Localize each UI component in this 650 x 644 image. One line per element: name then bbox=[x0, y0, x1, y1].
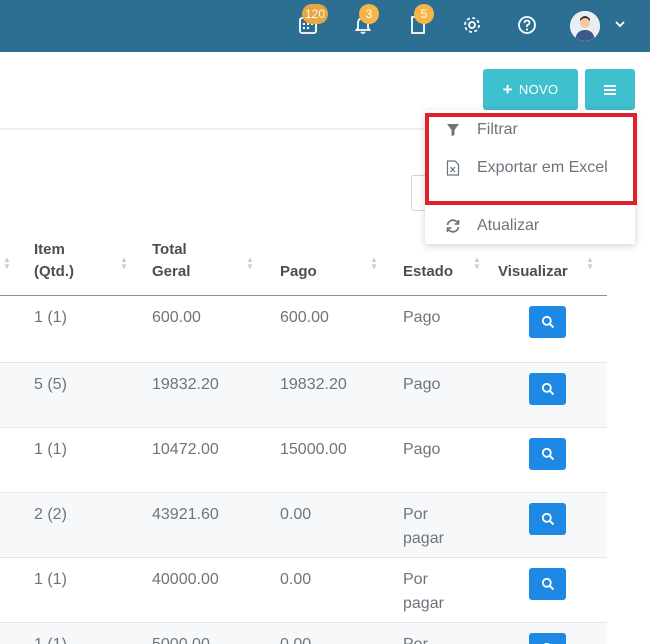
cell-item: 1 (1) bbox=[34, 633, 67, 644]
search-icon bbox=[541, 315, 554, 329]
top-navbar: 120 3 5 bbox=[0, 0, 650, 52]
gear-icon bbox=[464, 17, 480, 33]
cell-status: Pago bbox=[403, 438, 440, 462]
column-header-item[interactable]: Item (Qtd.) bbox=[34, 239, 74, 283]
cell-status: Por bbox=[403, 633, 428, 644]
actions-dropdown: Filtrar Exportar em Excel Atualizar bbox=[425, 110, 635, 244]
notifications-button[interactable]: 3 bbox=[351, 4, 379, 37]
search-icon bbox=[541, 512, 554, 526]
cell-total: 10472.00 bbox=[152, 441, 219, 458]
column-header-paid[interactable]: Pago bbox=[280, 261, 317, 283]
table-row: 1 (1) 10472.00 15000.00 Pago bbox=[0, 428, 607, 493]
documents-button[interactable]: 5 bbox=[406, 4, 434, 37]
documents-badge: 5 bbox=[414, 4, 434, 24]
view-button[interactable] bbox=[529, 633, 566, 644]
status-line: pagar bbox=[403, 530, 444, 547]
cell-paid: 0.00 bbox=[280, 571, 312, 588]
search-icon bbox=[541, 447, 554, 461]
calendar-badge: 120 bbox=[302, 4, 329, 24]
view-button[interactable] bbox=[529, 306, 566, 338]
cell-paid: 19832.20 bbox=[280, 376, 347, 393]
column-header-view[interactable]: Visualizar bbox=[498, 261, 568, 283]
cell-total: 40000.00 bbox=[152, 571, 219, 588]
search-icon bbox=[541, 382, 554, 396]
help-button[interactable] bbox=[515, 13, 539, 37]
cell-paid: 0.00 bbox=[280, 506, 312, 523]
chevron-down-icon bbox=[615, 21, 625, 28]
help-icon bbox=[518, 16, 536, 34]
calendar-button[interactable]: 120 bbox=[296, 4, 329, 37]
cell-status: Pago bbox=[403, 306, 440, 330]
avatar[interactable] bbox=[570, 11, 600, 41]
view-button[interactable] bbox=[529, 568, 566, 600]
dropdown-item-label: Atualizar bbox=[477, 217, 540, 234]
cell-paid: 0.00 bbox=[280, 633, 311, 644]
column-header-total[interactable]: Total Geral bbox=[152, 239, 190, 283]
notifications-badge: 3 bbox=[359, 4, 379, 24]
sort-icon[interactable]: ▲ ▼ bbox=[246, 256, 254, 271]
cell-total: 5000.00 bbox=[152, 633, 210, 644]
hamburger-icon bbox=[604, 84, 616, 95]
dropdown-item-refresh[interactable]: Atualizar bbox=[425, 209, 635, 243]
dropdown-item-label: Filtrar bbox=[477, 121, 518, 138]
table-row: 1 (1) 5000.00 0.00 Por bbox=[0, 623, 607, 644]
new-button-label: NOVO bbox=[518, 82, 559, 97]
status-line: Pago bbox=[403, 309, 441, 326]
settings-button[interactable] bbox=[460, 13, 484, 37]
status-line: Pago bbox=[403, 376, 441, 393]
status-line: Pago bbox=[403, 441, 441, 458]
status-line: pagar bbox=[403, 595, 444, 612]
cell-paid: 600.00 bbox=[280, 309, 329, 326]
dropdown-item-filter[interactable]: Filtrar bbox=[425, 113, 635, 147]
table-row: 1 (1) 600.00 600.00 Pago bbox=[0, 296, 607, 363]
cell-status: Por pagar bbox=[403, 568, 444, 616]
sort-icon[interactable]: ▲ ▼ bbox=[120, 256, 128, 271]
excel-file-icon bbox=[443, 160, 463, 176]
sort-icon[interactable]: ▲ ▼ bbox=[473, 256, 481, 271]
sort-icon[interactable]: ▲ ▼ bbox=[370, 256, 378, 271]
cell-item: 5 (5) bbox=[34, 376, 67, 393]
header-divider bbox=[0, 128, 425, 130]
new-button[interactable]: + NOVO bbox=[483, 69, 578, 110]
sort-icon[interactable]: ▲ ▼ bbox=[586, 256, 594, 271]
status-line: Por bbox=[403, 506, 428, 523]
status-line: Por bbox=[403, 571, 428, 588]
dropdown-item-export-excel[interactable]: Exportar em Excel bbox=[425, 151, 635, 185]
dropdown-item-label: Exportar em Excel bbox=[477, 159, 608, 176]
view-button[interactable] bbox=[529, 503, 566, 535]
view-button[interactable] bbox=[529, 438, 566, 470]
cell-item: 1 (1) bbox=[34, 441, 67, 458]
dropdown-divider bbox=[425, 203, 635, 204]
cell-item: 1 (1) bbox=[34, 309, 67, 326]
filter-icon bbox=[443, 123, 463, 137]
user-menu-button[interactable] bbox=[613, 17, 627, 31]
cell-total: 19832.20 bbox=[152, 376, 219, 393]
view-button[interactable] bbox=[529, 373, 566, 405]
menu-button[interactable] bbox=[585, 69, 635, 110]
status-line: Por bbox=[403, 633, 428, 644]
table-row: 5 (5) 19832.20 19832.20 Pago bbox=[0, 363, 607, 428]
cell-paid: 15000.00 bbox=[280, 441, 347, 458]
cell-status: Por pagar bbox=[403, 503, 444, 551]
search-icon bbox=[541, 577, 554, 591]
cell-item: 2 (2) bbox=[34, 506, 67, 523]
cell-status: Pago bbox=[403, 373, 440, 397]
refresh-icon bbox=[443, 219, 463, 233]
cell-total: 600.00 bbox=[152, 309, 201, 326]
column-header-status[interactable]: Estado bbox=[403, 261, 453, 283]
cell-item: 1 (1) bbox=[34, 571, 67, 588]
cell-total: 43921.60 bbox=[152, 506, 219, 523]
table-row: 1 (1) 40000.00 0.00 Por pagar bbox=[0, 558, 607, 623]
sort-icon[interactable]: ▲ ▼ bbox=[3, 256, 11, 271]
plus-icon: + bbox=[502, 80, 513, 99]
table-row: 2 (2) 43921.60 0.00 Por pagar bbox=[0, 493, 607, 558]
